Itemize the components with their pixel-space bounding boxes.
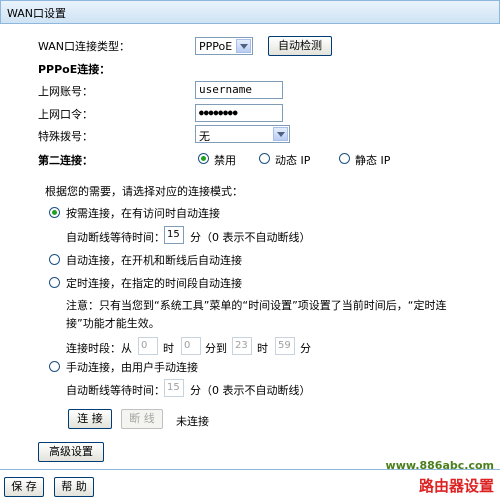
mode1-wait-label: 自动断线等待时间：: [66, 231, 165, 244]
window-title: WAN口设置: [7, 7, 67, 20]
password-label: 上网口令：: [38, 108, 93, 121]
account-label: 上网账号：: [38, 85, 93, 98]
second-disable-radio[interactable]: [198, 153, 209, 164]
period-to-minute-input[interactable]: 59: [275, 337, 295, 355]
period-from-minute-input[interactable]: 0: [181, 337, 201, 355]
special-dial-select[interactable]: 无: [195, 125, 290, 143]
period-hour-unit-2: 时: [257, 342, 268, 355]
mode-on-demand-label: 按需连接，在有访问时自动连接: [66, 207, 220, 220]
mode1-wait-unit: 分（0 表示不自动断线）: [190, 231, 311, 244]
connection-status: 未连接: [176, 415, 209, 428]
mode4-wait-unit: 分（0 表示不自动断线）: [190, 384, 311, 397]
mode-auto-label: 自动连接，在开机和断线后自动连接: [66, 254, 242, 267]
timed-note-line2: 接”功能才能生效。: [66, 317, 160, 330]
period-label: 连接时段：从: [66, 342, 132, 355]
second-static-radio[interactable]: [339, 153, 350, 164]
watermark-text: 路由器设置: [418, 477, 494, 495]
special-dial-label: 特殊拨号：: [38, 130, 93, 143]
timed-note-line1: 注意：只有当您到“系统工具”菜单的“时间设置”项设置了当前时间后，“定时连: [66, 299, 447, 312]
help-button[interactable]: 帮 助: [54, 477, 94, 497]
conn-type-value: PPPoE: [199, 40, 233, 53]
mode-timed-radio[interactable]: [49, 277, 60, 288]
watermark-site: www.886abc.com: [385, 459, 494, 472]
second-dynamic-radio[interactable]: [259, 153, 270, 164]
connect-button[interactable]: 连 接: [68, 409, 112, 429]
chevron-down-icon: [236, 39, 251, 53]
auto-detect-button[interactable]: 自动检测: [268, 36, 332, 56]
mode-on-demand-radio[interactable]: [49, 207, 60, 218]
second-dynamic-label: 动态 IP: [275, 154, 311, 167]
second-conn-label: 第二连接：: [38, 154, 93, 167]
special-dial-value: 无: [199, 130, 210, 143]
conn-type-label: WAN口连接类型：: [38, 40, 131, 53]
period-hour-unit-1: 时: [163, 342, 174, 355]
disconnect-button[interactable]: 断 线: [121, 409, 163, 429]
pppoe-heading: PPPoE连接：: [38, 63, 111, 76]
save-button[interactable]: 保 存: [4, 477, 44, 497]
second-disable-label: 禁用: [214, 154, 236, 167]
mode-auto-radio[interactable]: [49, 254, 60, 265]
period-minute-unit-2: 分: [300, 342, 311, 355]
mode-prompt: 根据您的需要，请选择对应的连接模式：: [45, 185, 243, 198]
mode4-wait-input[interactable]: 15: [164, 379, 184, 397]
period-to-hour-input[interactable]: 23: [232, 337, 252, 355]
window-titlebar: WAN口设置: [0, 0, 500, 24]
mode-timed-label: 定时连接，在指定的时间段自动连接: [66, 277, 242, 290]
mode-manual-label: 手动连接，由用户手动连接: [66, 361, 198, 374]
advanced-settings-button[interactable]: 高级设置: [38, 442, 104, 462]
conn-type-select[interactable]: PPPoE: [195, 37, 253, 55]
period-from-hour-input[interactable]: 0: [138, 337, 158, 355]
mode1-wait-input[interactable]: 15: [164, 226, 184, 244]
second-static-label: 静态 IP: [355, 154, 391, 167]
period-to-label: 分到: [205, 342, 227, 355]
mode-manual-radio[interactable]: [49, 361, 60, 372]
mode4-wait-label: 自动断线等待时间：: [66, 384, 165, 397]
account-input[interactable]: username: [195, 81, 283, 99]
password-input[interactable]: ●●●●●●●●: [195, 104, 283, 122]
chevron-down-icon: [273, 127, 288, 141]
